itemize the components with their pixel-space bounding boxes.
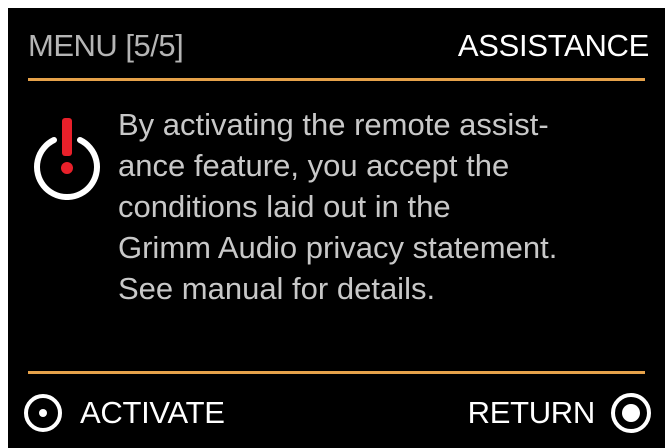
notice-line: Grimm Audio privacy statement. [118,230,558,265]
bottom-divider [28,371,645,374]
notice-line: ance feature, you accept the [118,148,510,183]
top-divider [28,78,645,81]
power-warning-icon [32,118,102,201]
header-bar: MENU [5/5] ASSISTANCE [8,8,665,78]
notice-line: conditions laid out in the [118,189,451,224]
menu-page-indicator: MENU [5/5] [28,28,184,63]
activate-label: ACTIVATE [80,395,225,430]
page-title: ASSISTANCE [457,28,649,63]
activate-button[interactable]: ACTIVATE [22,391,225,435]
return-label: RETURN [467,395,596,430]
notice-line: See manual for details. [118,271,436,306]
return-button[interactable]: RETURN [468,391,653,435]
device-screen: MENU [5/5] ASSISTANCE By activating the … [8,8,665,448]
radio-button-icon [22,392,64,434]
radio-button-selected-icon [609,391,653,435]
notice-line: By activating the remote assist- [118,107,549,142]
assistance-notice-text: By activating the remote assist- ance fe… [118,104,638,309]
